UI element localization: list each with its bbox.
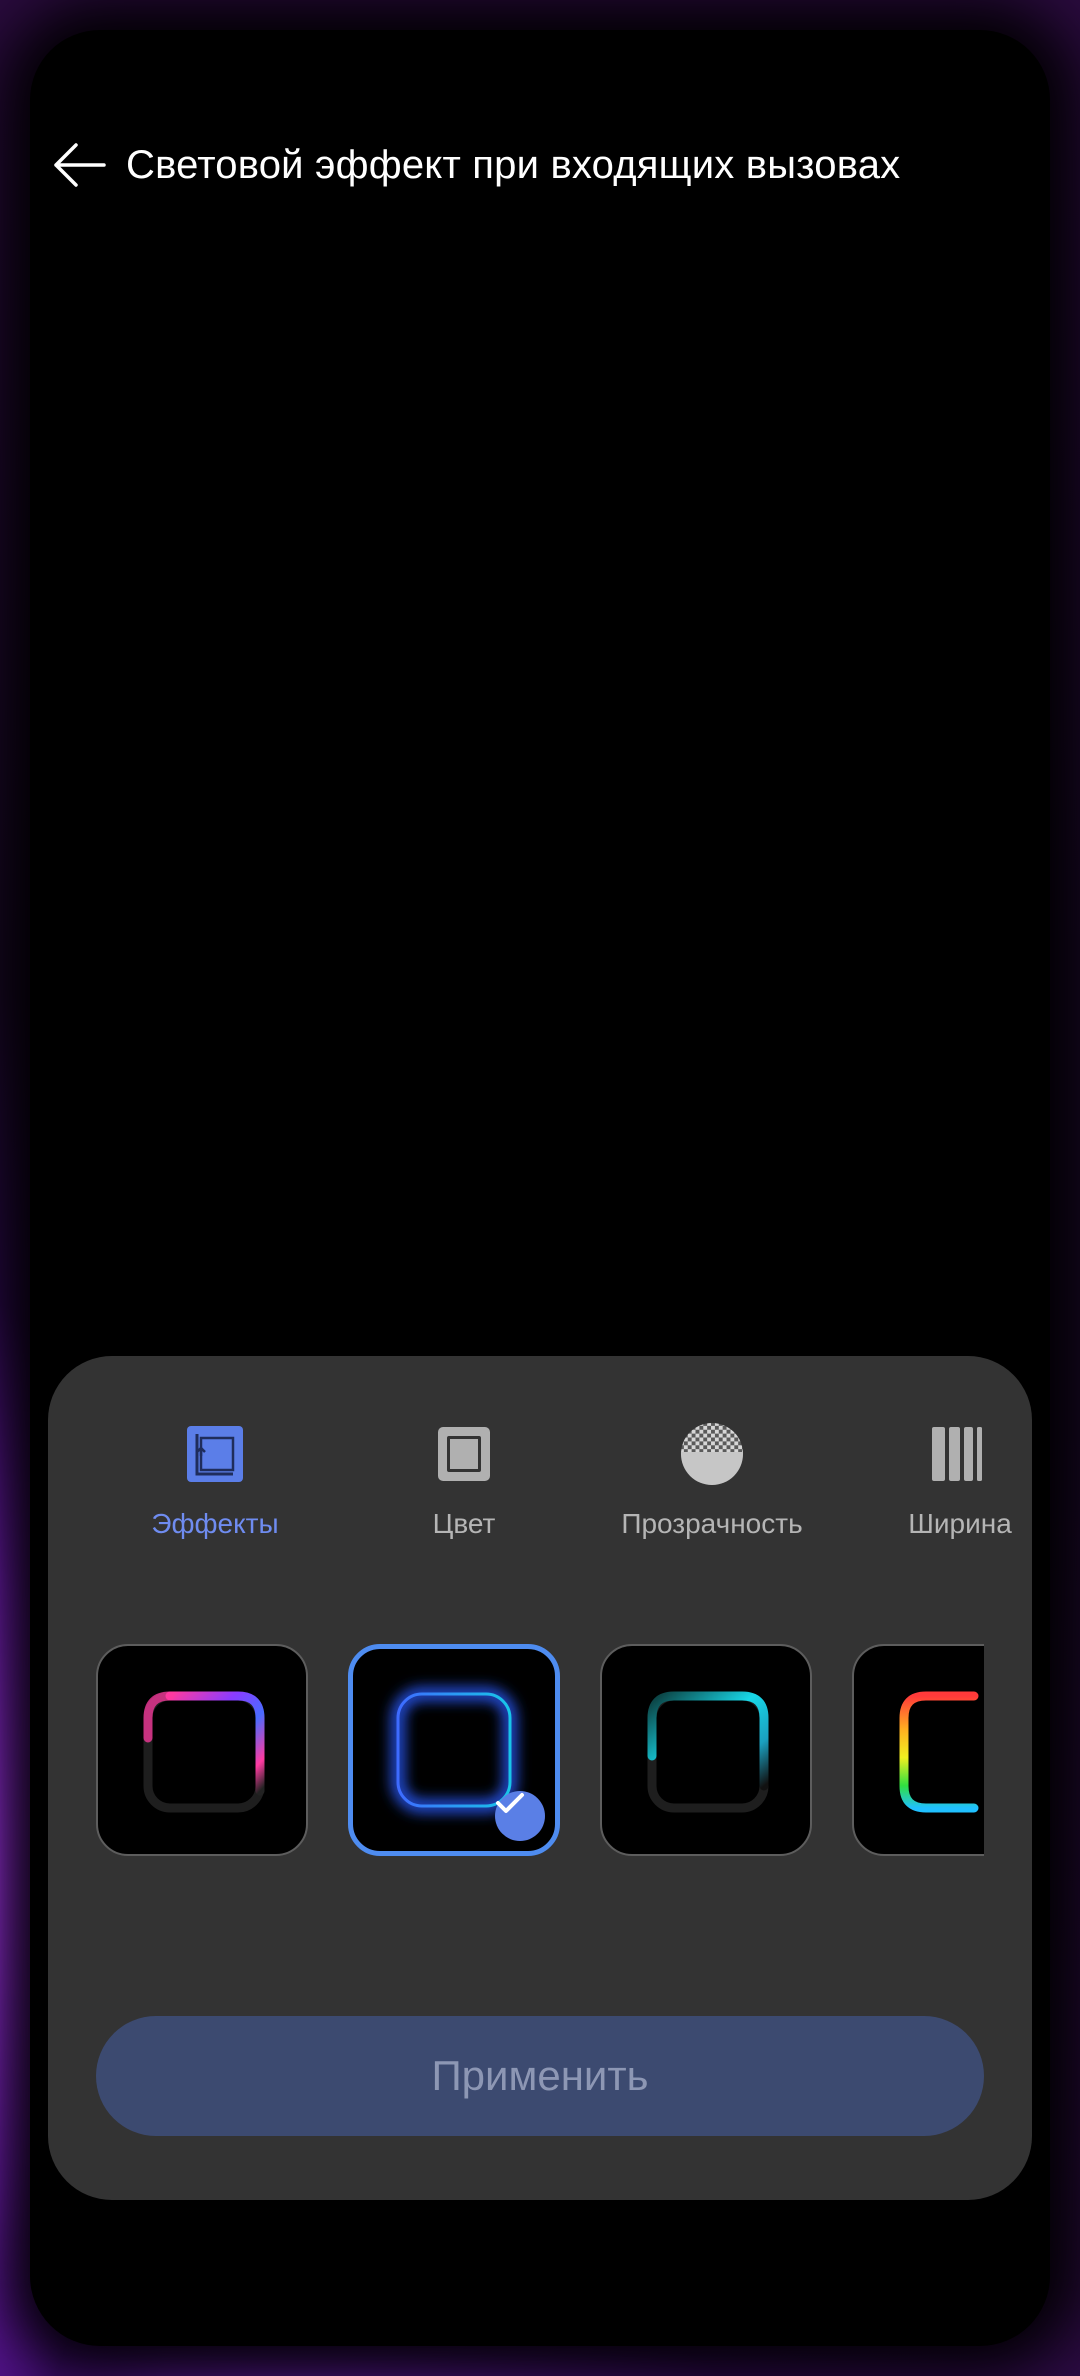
app-bar: Световой эффект при входящих вызовах	[48, 130, 900, 200]
settings-panel: Эффекты Цвет Прозрачность Ширина Примени…	[48, 1356, 1032, 2200]
tab-width-label: Ширина	[908, 1508, 1012, 1539]
tab-transparency[interactable]: Прозрачность	[612, 1422, 812, 1540]
effect-blue-glow[interactable]	[348, 1644, 560, 1856]
tab-effects[interactable]: Эффекты	[115, 1422, 315, 1540]
check-icon	[495, 1791, 545, 1841]
screen: Световой эффект при входящих вызовах Эфф…	[0, 0, 1080, 2376]
effect-purple-pink[interactable]	[96, 1644, 308, 1856]
apply-button[interactable]: Применить	[96, 2016, 984, 2136]
effects-icon	[183, 1422, 247, 1486]
tab-width[interactable]: Ширина	[860, 1422, 1060, 1540]
effects-list	[96, 1644, 984, 1860]
color-frame-icon	[432, 1422, 496, 1486]
arrow-left-icon[interactable]	[48, 135, 108, 195]
tab-color[interactable]: Цвет	[364, 1422, 564, 1540]
transparency-icon	[680, 1422, 744, 1486]
tab-bar: Эффекты Цвет Прозрачность Ширина	[48, 1422, 1032, 1552]
effect-rainbow[interactable]	[852, 1644, 984, 1856]
page-title: Световой эффект при входящих вызовах	[126, 142, 901, 187]
tab-color-label: Цвет	[432, 1508, 496, 1539]
width-bars-icon	[928, 1422, 992, 1486]
effect-cyan-gradient[interactable]	[600, 1644, 812, 1856]
tab-effects-label: Эффекты	[151, 1508, 279, 1539]
tab-transparency-label: Прозрачность	[621, 1508, 803, 1539]
